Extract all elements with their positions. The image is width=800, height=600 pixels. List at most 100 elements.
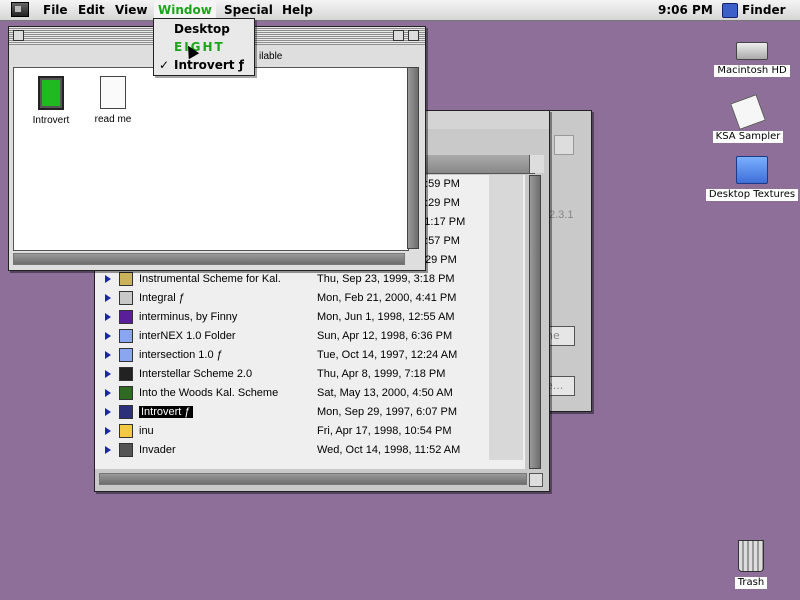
folder-navy-icon: [119, 405, 133, 419]
sort-column-cell: [489, 308, 523, 327]
disclosure-triangle-icon[interactable]: [105, 370, 111, 378]
menu-special[interactable]: Special: [220, 2, 277, 18]
zoom-box[interactable]: [393, 30, 404, 41]
list-item-date: Mon, Sep 29, 1997, 6:07 PM: [317, 406, 458, 418]
sort-column-cell: [489, 441, 523, 460]
desktop-icon-desktop-textures[interactable]: Desktop Textures: [702, 156, 800, 201]
list-resize-box[interactable]: [529, 473, 543, 487]
finder-app-icon[interactable]: [722, 3, 738, 18]
disclosure-triangle-icon[interactable]: [105, 408, 111, 416]
list-item-date: Thu, Sep 23, 1999, 3:18 PM: [317, 273, 455, 285]
version-label: 2.3.1: [549, 209, 574, 221]
list-item-name: Introvert ƒ: [139, 406, 193, 418]
disclosure-triangle-icon[interactable]: [105, 294, 111, 302]
list-item-date: Thu, Apr 8, 1999, 7:18 PM: [317, 368, 446, 380]
menu-view[interactable]: View: [111, 2, 151, 18]
list-item[interactable]: Invader Wed, Oct 14, 1998, 11:52 AM: [95, 441, 523, 460]
list-item[interactable]: inu Fri, Apr 17, 1998, 10:54 PM: [95, 422, 523, 441]
window-zoom-box[interactable]: [554, 135, 574, 155]
list-item-name: inu: [139, 425, 154, 437]
list-item[interactable]: Interstellar Scheme 2.0 Thu, Apr 8, 1999,…: [95, 365, 523, 384]
disclosure-triangle-icon[interactable]: [105, 332, 111, 340]
sort-column-cell: [489, 251, 523, 270]
list-item[interactable]: Integral ƒ Mon, Feb 21, 2000, 4:41 PM: [95, 289, 523, 308]
menu-edit[interactable]: Edit: [74, 2, 109, 18]
sort-column-cell: [489, 327, 523, 346]
list-item-date: Wed, Oct 14, 1998, 11:52 AM: [317, 444, 461, 456]
list-item-name: Integral ƒ: [139, 292, 185, 304]
list-item-name: Instrumental Scheme for Kal.: [139, 273, 281, 285]
icon-view-horizontal-scrollbar[interactable]: [13, 253, 405, 265]
sort-column-cell: [489, 346, 523, 365]
folder-blue-icon: [119, 329, 133, 343]
menu-bar: File Edit View Window Special Help 9:06 …: [0, 0, 800, 21]
green-app-icon: [38, 76, 64, 110]
sort-column-cell: [489, 213, 523, 232]
disclosure-triangle-icon[interactable]: [105, 427, 111, 435]
application-menu[interactable]: Finder: [742, 2, 786, 18]
folder-yellow-icon: [119, 424, 133, 438]
ksa-sampler-icon: [730, 94, 766, 130]
list-item[interactable]: Instrumental Scheme for Kal. Thu, Sep 23,…: [95, 270, 523, 289]
menu-file[interactable]: File: [39, 2, 72, 18]
list-item-name: interNEX 1.0 Folder: [139, 330, 236, 342]
desktop-icon-trash[interactable]: Trash: [701, 540, 800, 589]
sort-column-cell: [489, 289, 523, 308]
desktop-icon-ksa-sampler[interactable]: KSA Sampler: [698, 94, 798, 143]
sort-direction-button[interactable]: [529, 155, 544, 173]
menu-item-eight: EIGHT: [174, 40, 225, 54]
disclosure-triangle-icon[interactable]: [105, 389, 111, 397]
sort-column-cell: [489, 422, 523, 441]
menu-item-desktop[interactable]: Desktop: [154, 20, 254, 38]
file-read-me[interactable]: read me: [88, 76, 138, 125]
folder-blue-icon: [119, 348, 133, 362]
menu-help[interactable]: Help: [278, 2, 317, 18]
list-item-name: intersection 1.0 ƒ: [139, 349, 223, 361]
list-item[interactable]: intersection 1.0 ƒ Tue, Oct 14, 1997, 12:…: [95, 346, 523, 365]
apple-menu-icon[interactable]: [11, 2, 29, 17]
menu-item-introvert[interactable]: ✓ Introvert ƒ: [154, 56, 254, 74]
list-horizontal-scrollbar[interactable]: [99, 473, 527, 485]
list-item-date: Sun, Apr 12, 1998, 6:36 PM: [317, 330, 453, 342]
list-item-date: Tue, Oct 14, 1997, 12:24 AM: [317, 349, 458, 361]
icon-view-area[interactable]: Introvert read me: [13, 67, 409, 251]
disclosure-triangle-icon[interactable]: [105, 275, 111, 283]
desktop-icon-macintosh-hd[interactable]: Macintosh HD: [702, 42, 800, 77]
list-item-date: Sat, May 13, 2000, 4:50 AM: [317, 387, 453, 399]
document-icon: [100, 76, 126, 109]
sort-column-cell: [489, 232, 523, 251]
window-status-fragment: ilable: [259, 51, 283, 62]
scheme-dark-icon: [119, 367, 133, 381]
list-item[interactable]: Into the Woods Kal. Scheme Sat, May 13, 2…: [95, 384, 523, 403]
sort-column-cell: [489, 194, 523, 213]
scheme-green-icon: [119, 386, 133, 400]
list-item-date: Fri, Apr 17, 1998, 10:54 PM: [317, 425, 452, 437]
sort-column-cell: [489, 270, 523, 289]
icon-view-vertical-scrollbar[interactable]: [407, 67, 419, 249]
partial-row-time: 29 PM: [425, 254, 457, 266]
trash-icon: [738, 540, 764, 572]
folder-dark-icon: [119, 443, 133, 457]
disclosure-triangle-icon[interactable]: [105, 351, 111, 359]
purple-pattern-icon: [119, 310, 133, 324]
folder-gray-icon: [119, 291, 133, 305]
collapse-box[interactable]: [408, 30, 419, 41]
list-item-name: Invader: [139, 444, 176, 456]
list-item-date: Mon, Feb 21, 2000, 4:41 PM: [317, 292, 457, 304]
disclosure-triangle-icon[interactable]: [105, 313, 111, 321]
menu-window[interactable]: Window: [154, 2, 216, 18]
sort-column-cell: [489, 403, 523, 422]
disclosure-triangle-icon[interactable]: [105, 446, 111, 454]
sort-column-cell: [489, 365, 523, 384]
list-item[interactable]: Introvert ƒ Mon, Sep 29, 1997, 6:07 PM: [95, 403, 523, 422]
list-item[interactable]: interNEX 1.0 Folder Sun, Apr 12, 1998, 6:…: [95, 327, 523, 346]
list-item[interactable]: interminus, by Finny Mon, Jun 1, 1998, 12…: [95, 308, 523, 327]
list-item-date: Mon, Jun 1, 1998, 12:55 AM: [317, 311, 455, 323]
menu-clock[interactable]: 9:06 PM: [658, 2, 713, 18]
scheme-icon: [119, 272, 133, 286]
file-introvert[interactable]: Introvert: [26, 76, 76, 126]
list-item-name: Interstellar Scheme 2.0: [139, 368, 253, 380]
list-vertical-scrollbar[interactable]: [529, 175, 541, 469]
list-item-name: Into the Woods Kal. Scheme: [139, 387, 279, 399]
close-box[interactable]: [13, 30, 24, 41]
